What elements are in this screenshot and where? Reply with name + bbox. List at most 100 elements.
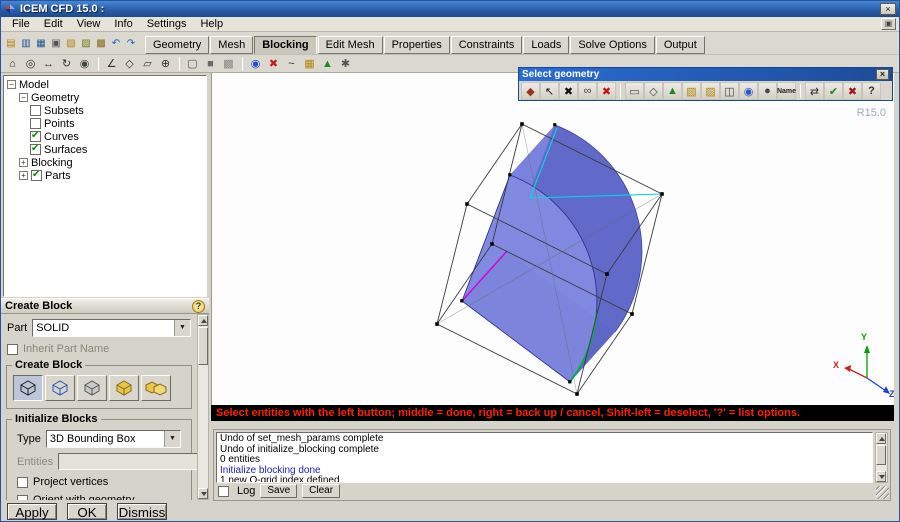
tab-output[interactable]: Output (655, 36, 705, 54)
scroll-down-icon[interactable] (876, 471, 886, 482)
surface-display-icon[interactable]: ▦ (301, 56, 318, 72)
scrollbar-thumb[interactable] (198, 327, 208, 365)
select-edges-icon[interactable]: ◫ (720, 82, 739, 100)
deselect-all-icon[interactable]: ✖ (597, 82, 616, 100)
collapse-icon[interactable] (19, 93, 28, 102)
poly-region-icon[interactable]: ◇ (644, 82, 663, 100)
crosshair-select-icon[interactable]: ✖ (559, 82, 578, 100)
menu-view[interactable]: View (70, 17, 108, 31)
geometry-toggle-icon[interactable]: ▧ (64, 36, 78, 51)
2d-planar-block-icon[interactable] (45, 375, 75, 401)
tab-geometry[interactable]: Geometry (145, 36, 210, 54)
entities-input[interactable] (58, 453, 197, 470)
chevron-down-icon[interactable] (164, 431, 180, 447)
tree-item-surfaces[interactable]: Surfaces (4, 143, 206, 156)
3d-block-icon[interactable] (13, 375, 43, 401)
expand-icon[interactable] (19, 158, 28, 167)
tree-item-subsets[interactable]: Subsets (4, 104, 206, 117)
log-checkbox[interactable] (218, 485, 229, 497)
select-vertices-icon[interactable]: ◉ (739, 82, 758, 100)
tree-item-blocking[interactable]: Blocking (4, 156, 206, 169)
points-checkbox[interactable] (30, 118, 41, 129)
mapped-block-icon[interactable] (77, 375, 107, 401)
close-button[interactable]: × (880, 3, 896, 15)
view-direction-icon[interactable]: ◇ (121, 56, 138, 72)
subsets-checkbox[interactable] (30, 105, 41, 116)
panel-scrollbar[interactable] (197, 314, 209, 500)
transparent-mode-icon[interactable]: ▩ (220, 56, 237, 72)
chevron-down-icon[interactable] (174, 320, 190, 336)
scrollbar-thumb[interactable] (876, 445, 886, 465)
tree-item-parts[interactable]: Parts (4, 169, 206, 182)
tab-solve-options[interactable]: Solve Options (570, 36, 655, 54)
sticky-select-icon[interactable]: ◆ (521, 82, 540, 100)
pan-view-icon[interactable]: ↔ (40, 56, 57, 72)
menu-settings[interactable]: Settings (140, 17, 194, 31)
save-as-icon[interactable]: ▦ (34, 36, 48, 51)
rect-region-icon[interactable]: ▭ (625, 82, 644, 100)
tab-edit-mesh[interactable]: Edit Mesh (317, 36, 383, 54)
select-blocks-icon[interactable]: ▧ (682, 82, 701, 100)
project-vertices-checkbox[interactable] (17, 476, 28, 488)
help-icon[interactable]: ? (192, 299, 205, 313)
undo-icon[interactable]: ↶ (109, 36, 123, 51)
select-toolbar-titlebar[interactable]: Select geometry × (519, 68, 892, 81)
tab-properties[interactable]: Properties (383, 36, 450, 54)
mesh-quality-icon[interactable]: ▲ (319, 56, 336, 72)
selection-help-icon[interactable]: ? (862, 82, 881, 100)
select-by-name-icon[interactable]: Name (777, 82, 796, 100)
clear-log-button[interactable]: Clear (302, 484, 341, 498)
scroll-up-icon[interactable] (198, 315, 208, 326)
rotate-view-icon[interactable]: ↻ (58, 56, 75, 72)
expand-icon[interactable] (19, 171, 28, 180)
collapse-icon[interactable] (7, 80, 16, 89)
redo-icon[interactable]: ↷ (124, 36, 138, 51)
open-project-icon[interactable]: ▤ (4, 36, 18, 51)
select-geometry-toolbar[interactable]: Select geometry × ◆ ↖ ✖ ∞ ✖ ▭ ◇ ▲ ▧ ▨ ◫ … (518, 67, 893, 101)
curves-checkbox[interactable] (30, 130, 41, 142)
shaded-mode-icon[interactable]: ■ (202, 56, 219, 72)
cancel-selection-icon[interactable]: ✖ (843, 82, 862, 100)
resize-grip[interactable] (876, 486, 889, 499)
scroll-down-icon[interactable] (198, 488, 208, 499)
tree-item-model[interactable]: Model (4, 78, 206, 91)
accept-selection-icon[interactable]: ✔ (824, 82, 843, 100)
saved-views-icon[interactable]: ▱ (139, 56, 156, 72)
menu-file[interactable]: File (5, 17, 37, 31)
orient-with-geometry-checkbox[interactable] (17, 494, 28, 500)
part-combobox[interactable]: SOLID (32, 319, 191, 337)
tab-mesh[interactable]: Mesh (210, 36, 254, 54)
menu-help[interactable]: Help (193, 17, 230, 31)
tab-blocking[interactable]: Blocking (254, 36, 317, 54)
dismiss-button[interactable]: Dismiss (117, 503, 167, 520)
menu-edit[interactable]: Edit (37, 17, 70, 31)
multizone-block-icon[interactable] (141, 375, 171, 401)
blocking-toggle-icon[interactable]: ▩ (94, 36, 108, 51)
chain-select-icon[interactable]: ∞ (578, 82, 597, 100)
zoom-window-icon[interactable]: ◎ (22, 56, 39, 72)
fit-window-icon[interactable]: ⌂ (4, 56, 21, 72)
message-log[interactable]: Undo of set_mesh_params complete Undo of… (216, 432, 873, 483)
tree-item-curves[interactable]: Curves (4, 130, 206, 143)
type-combobox[interactable]: 3D Bounding Box (45, 430, 181, 448)
swept-block-icon[interactable] (109, 375, 139, 401)
pointer-select-icon[interactable]: ↖ (540, 82, 559, 100)
menu-info[interactable]: Info (107, 17, 139, 31)
delete-entity-icon[interactable]: ✖ (265, 56, 282, 72)
curve-display-icon[interactable]: ~ (283, 56, 300, 72)
axis-view-icon[interactable]: ⊕ (157, 56, 174, 72)
parts-checkbox[interactable] (31, 169, 42, 181)
select-parts-icon[interactable]: ● (758, 82, 777, 100)
tab-constraints[interactable]: Constraints (450, 36, 523, 54)
select-visible-icon[interactable]: ▲ (663, 82, 682, 100)
save-project-icon[interactable]: ▥ (19, 36, 33, 51)
apply-button[interactable]: Apply (7, 503, 57, 520)
invert-selection-icon[interactable]: ⇄ (805, 82, 824, 100)
ok-button[interactable]: OK (67, 503, 107, 520)
print-icon[interactable]: ▣ (49, 36, 63, 51)
measure-distance-icon[interactable]: ∠ (103, 56, 120, 72)
tab-loads[interactable]: Loads (523, 36, 570, 54)
tree-item-points[interactable]: Points (4, 117, 206, 130)
spheres-display-icon[interactable]: ◉ (247, 56, 264, 72)
settings-icon[interactable]: ✱ (337, 56, 354, 72)
